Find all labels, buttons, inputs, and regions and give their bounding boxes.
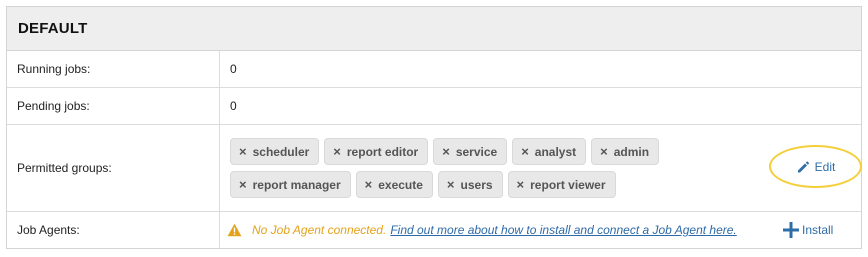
group-tag-users[interactable]: × users — [437, 171, 503, 198]
group-tag-label: admin — [613, 144, 650, 159]
job-agents-label: Job Agents: — [7, 212, 220, 248]
remove-icon[interactable]: × — [517, 178, 525, 191]
group-tag-scheduler[interactable]: × scheduler — [230, 138, 320, 165]
warning-triangle-icon — [227, 223, 242, 237]
permitted-groups-label: Permitted groups: — [7, 125, 220, 211]
remove-icon[interactable]: × — [239, 178, 247, 191]
group-tag-service[interactable]: × service — [433, 138, 508, 165]
permitted-groups-value: × scheduler × report editor × service × anal… — [220, 125, 862, 211]
job-agents-value: No Job Agent connected. Find out more ab… — [220, 212, 861, 248]
group-tag-label: report editor — [346, 144, 419, 159]
panel-title: DEFAULT — [18, 20, 88, 37]
panel-header: DEFAULT — [7, 7, 861, 51]
remove-icon[interactable]: × — [365, 178, 373, 191]
pending-jobs-row: Pending jobs: 0 — [7, 88, 861, 125]
group-tag-label: execute — [378, 177, 423, 192]
group-tag-label: analyst — [534, 144, 577, 159]
running-jobs-value: 0 — [230, 62, 237, 76]
group-tag-line: × scheduler × report editor × service × anal… — [230, 138, 660, 165]
edit-highlight: Edit — [769, 145, 862, 188]
pending-jobs-value: 0 — [230, 99, 237, 113]
default-panel: DEFAULT Running jobs: 0 Pending jobs: 0 … — [6, 6, 862, 249]
group-tag-admin[interactable]: × admin — [591, 138, 660, 165]
install-label: Install — [802, 223, 834, 237]
permitted-groups-row: Permitted groups: × scheduler × report edi… — [7, 125, 862, 212]
pencil-icon — [796, 160, 810, 174]
remove-icon[interactable]: × — [333, 145, 341, 158]
remove-icon[interactable]: × — [442, 145, 450, 158]
job-agents-row: Job Agents: No Job Agent connected. Find… — [7, 212, 861, 248]
agent-help-link[interactable]: Find out more about how to install and c… — [390, 223, 736, 237]
group-tag-report-manager[interactable]: × report manager — [230, 171, 351, 198]
plus-icon — [782, 221, 800, 239]
group-tag-report-viewer[interactable]: × report viewer — [507, 171, 616, 198]
group-tag-analyst[interactable]: × analyst — [512, 138, 587, 165]
remove-icon[interactable]: × — [521, 145, 529, 158]
group-tag-label: report viewer — [530, 177, 606, 192]
remove-icon[interactable]: × — [447, 178, 455, 191]
running-jobs-label: Running jobs: — [7, 51, 220, 87]
edit-label: Edit — [814, 159, 836, 174]
remove-icon[interactable]: × — [239, 145, 247, 158]
group-tag-label: users — [460, 177, 493, 192]
group-tag-label: report manager — [252, 177, 341, 192]
install-button[interactable]: Install — [782, 221, 833, 239]
remove-icon[interactable]: × — [600, 145, 608, 158]
pending-jobs-label: Pending jobs: — [7, 88, 220, 124]
group-tag-label: scheduler — [252, 144, 310, 159]
group-tag-execute[interactable]: × execute — [355, 171, 433, 198]
running-jobs-row: Running jobs: 0 — [7, 51, 861, 88]
group-tag-label: service — [455, 144, 498, 159]
group-tag-report-editor[interactable]: × report editor — [324, 138, 429, 165]
edit-button[interactable]: Edit — [796, 159, 836, 174]
group-tag-list: × scheduler × report editor × service × anal… — [230, 138, 660, 198]
no-agent-warning: No Job Agent connected. — [252, 223, 387, 237]
group-tag-line: × report manager × execute × users × report … — [230, 171, 659, 198]
